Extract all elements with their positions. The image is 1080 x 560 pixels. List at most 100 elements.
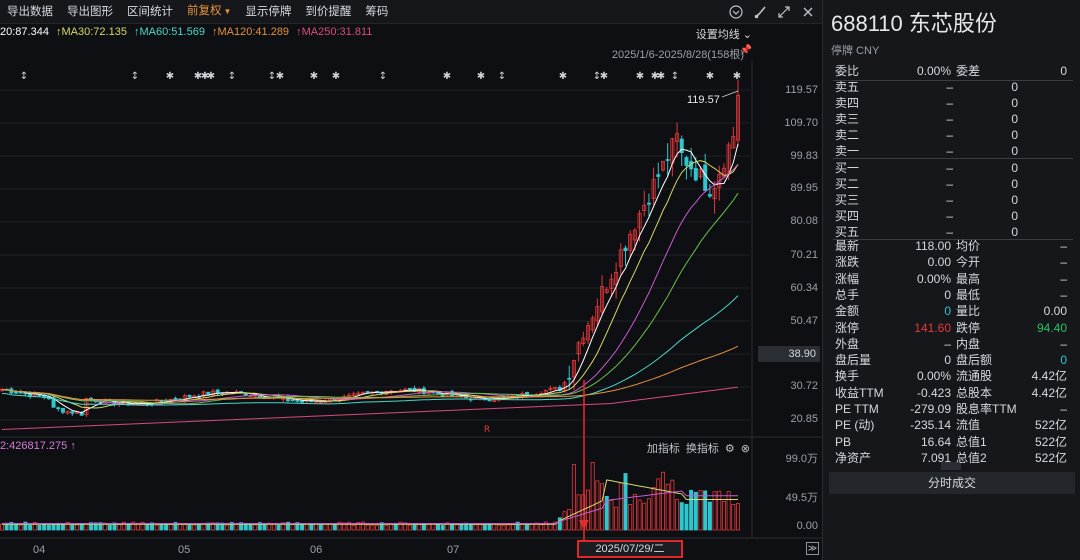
volume-bar: [721, 500, 726, 531]
quote-label: 盘后额: [956, 353, 993, 368]
volume-bar: [623, 473, 628, 531]
price-axis-label: 99.83: [790, 150, 818, 162]
quote-label: 总值2: [956, 450, 987, 465]
volume-bar: [529, 523, 534, 531]
price-axis-label: 119.57: [785, 84, 818, 96]
brush-icon[interactable]: [752, 4, 768, 20]
quote-label: 净资产: [835, 450, 872, 465]
sell-level-row: 卖三 – 0: [835, 111, 1073, 127]
chevron-circle-icon[interactable]: [728, 4, 744, 20]
quote-row: 涨幅 0.00% 最高 –: [835, 271, 1073, 287]
quote-label: 股息率TTM: [956, 402, 1017, 416]
quote-label: 流通股: [956, 369, 993, 384]
volume-bar: [309, 524, 314, 531]
level-volume: 0: [1011, 128, 1018, 142]
candle-body: [707, 194, 712, 197]
volume-bar: [482, 523, 487, 531]
quote-row: 净资产 7.091 总值2 522亿: [835, 450, 1073, 466]
export-chart-button[interactable]: 导出图形: [60, 0, 120, 24]
switch-indicator-button[interactable]: 换指标: [686, 440, 719, 456]
pin-icon[interactable]: 📌: [740, 45, 752, 56]
quote-row: 涨跌 0.00 今开 –: [835, 254, 1073, 270]
volume-bar: [679, 502, 684, 531]
candle-body: [173, 397, 178, 400]
price-alert-button[interactable]: 到价提醒: [298, 0, 358, 24]
kline-chart-area[interactable]: ↕ ↕ ✱ ✱ ✱ ✱ ↕ ↕ ✱ ✱ ✱ ↕ ✱ ✱ ↕ ✱ ↕ ✱ ✱ ✱ ✱ ↕ ✱ ✱ R 导出数据 导出图形 区间统计…: [0, 0, 822, 560]
time-and-sales-tab[interactable]: 分时成交: [829, 472, 1075, 494]
range-stats-button[interactable]: 区间统计: [120, 0, 180, 24]
close-icon[interactable]: [800, 4, 816, 20]
quote-value: 0: [944, 287, 951, 302]
export-data-button[interactable]: 导出数据: [0, 0, 60, 24]
volume-bar: [84, 523, 89, 531]
quote-label: 涨幅: [835, 271, 860, 286]
chips-button[interactable]: 筹码: [358, 0, 395, 24]
candle-body: [295, 400, 300, 402]
volume-bar: [637, 499, 642, 531]
volume-bar: [70, 524, 75, 531]
quote-value: 4.42亿: [1031, 385, 1067, 400]
volume-bar: [393, 524, 398, 531]
scroll-right-button[interactable]: ≫: [806, 542, 819, 555]
candle-body: [56, 407, 61, 410]
event-marker-icon: ✱: [310, 71, 318, 82]
quote-value: 0: [944, 353, 951, 368]
forward-adjust-label: 前复权: [187, 5, 222, 17]
volume-bar: [192, 524, 197, 531]
quote-value: 141.60: [914, 320, 951, 335]
level-price: –: [946, 96, 953, 110]
candle-body: [665, 159, 670, 161]
ma10-line: [1, 160, 739, 409]
expand-icon[interactable]: [776, 4, 792, 20]
level-price: –: [946, 209, 953, 223]
buy-level-row: 买二 – 0: [835, 176, 1073, 192]
month-axis-label: 05: [178, 544, 191, 556]
settings-ma-dropdown[interactable]: 设置均线 ⌄: [696, 26, 752, 42]
candle-body: [684, 157, 689, 166]
close-circle-icon[interactable]: ⊗: [741, 442, 750, 455]
volume-tools: 加指标 换指标 ⚙ ⊗: [647, 440, 750, 456]
volume-bar: [384, 525, 389, 531]
candle-body: [623, 247, 628, 252]
volume-bar: [314, 523, 319, 531]
quote-label: 涨跌: [835, 255, 860, 270]
volume-bar: [525, 524, 530, 531]
kline-chart-canvas[interactable]: ↕ ↕ ✱ ✱✱✱ ↕ ↕ ✱ ✱ ✱ ↕ ✱ ✱ ↕ ✱ ↕✱ ✱ ✱✱ ↕ ✱ ✱R: [0, 0, 822, 560]
level-volume: 0: [1011, 193, 1018, 207]
volume-bar: [506, 524, 511, 531]
volume-bar: [435, 524, 440, 531]
volume-bar: [567, 509, 572, 531]
volume-bar: [14, 524, 19, 531]
toolbar-icon-group: [728, 4, 816, 20]
volume-bar: [159, 523, 164, 531]
quote-value: -279.09: [910, 402, 951, 416]
weicha-value: 0: [1060, 64, 1067, 78]
event-marker-icon: ✱: [559, 71, 567, 82]
gear-icon[interactable]: ⚙: [725, 442, 735, 455]
add-indicator-button[interactable]: 加指标: [647, 440, 680, 456]
quote-row: PB 16.64 总值1 522亿: [835, 434, 1073, 450]
weibi-label: 委比: [835, 64, 860, 78]
volume-bar: [693, 491, 698, 531]
show-suspension-button[interactable]: 显示停牌: [238, 0, 298, 24]
quote-value: 0.00: [1043, 304, 1067, 319]
volume-bar: [548, 523, 553, 531]
volume-bar: [79, 523, 84, 531]
event-marker-icon: ↕: [131, 71, 139, 82]
quote-row: PE TTM -279.09 股息率TTM –: [835, 401, 1073, 417]
quote-label: 收益TTM: [835, 385, 884, 400]
candle-body: [646, 202, 651, 205]
candle-body: [14, 391, 19, 394]
event-marker-icon: ✱: [600, 71, 608, 82]
volume-bar: [501, 525, 506, 531]
level-label: 卖一: [835, 144, 860, 158]
quote-value: 0.00%: [916, 369, 951, 384]
forward-adjust-dropdown[interactable]: 前复权 ▼: [180, 0, 238, 24]
quote-value: 16.64: [920, 434, 951, 449]
candle-body: [365, 391, 370, 393]
volume-bar: [389, 523, 394, 531]
volume-bar: [614, 506, 619, 531]
candle-body: [407, 387, 412, 390]
quote-label: PE (动): [835, 418, 875, 433]
volume-bar: [253, 524, 258, 531]
